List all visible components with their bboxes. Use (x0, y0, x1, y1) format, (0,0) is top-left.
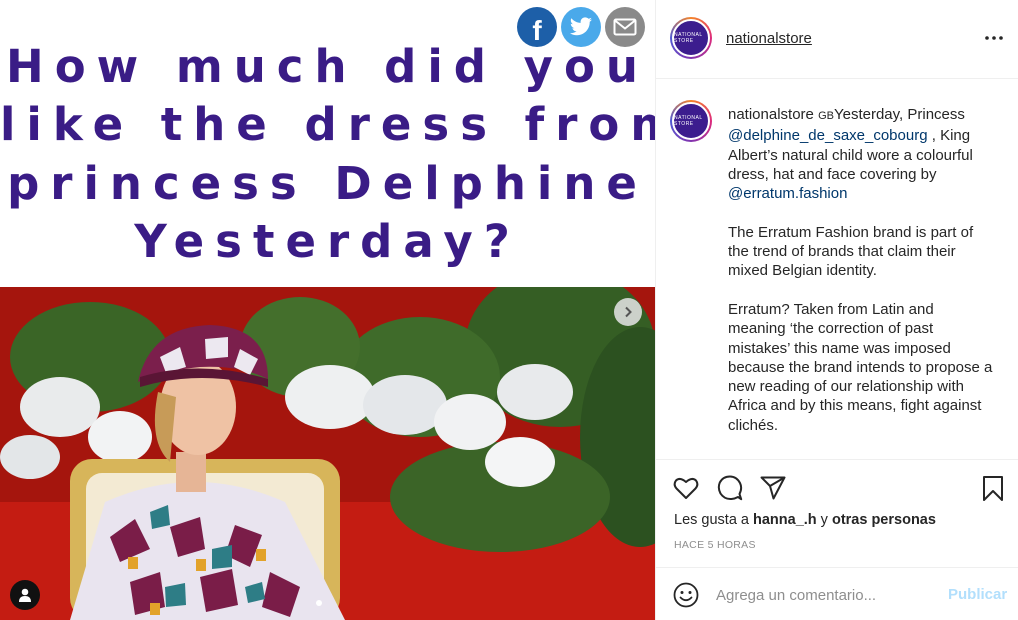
bookmark-icon[interactable] (977, 472, 1009, 504)
post-actions: Les gusta a hanna_.h y otras personas HA… (656, 459, 1018, 620)
more-options-icon[interactable] (980, 26, 1008, 50)
caption-paragraph-3: Erratum? Taken from Latin and meaning ‘t… (728, 300, 993, 434)
likes-conj: y (816, 512, 832, 528)
post-header: NATIONAL STORE nationalstore (656, 0, 1018, 79)
caption-flag: GB (818, 110, 834, 122)
caption-avatar[interactable]: NATIONAL STORE (670, 100, 712, 142)
carousel-next-button[interactable] (614, 298, 642, 326)
mention-erratum-link[interactable]: @erratum.fashion (728, 185, 847, 202)
facebook-icon[interactable]: f (517, 7, 557, 47)
post-timestamp[interactable]: HACE 5 HORAS (674, 539, 756, 551)
caption-paragraph-2: The Erratum Fashion brand is part of the… (728, 223, 974, 280)
emoji-icon[interactable] (672, 581, 700, 609)
twitter-icon[interactable] (561, 7, 601, 47)
avatar[interactable]: NATIONAL STORE (670, 17, 712, 59)
header-username-link[interactable]: nationalstore (726, 30, 812, 47)
headline-line-1: How much did you (6, 40, 649, 93)
likes-user-link[interactable]: hanna_.h (753, 512, 817, 528)
comment-icon[interactable] (714, 472, 746, 504)
post-image[interactable]: How much did you like the dress from pri… (0, 0, 655, 620)
carousel-indicator-dot (316, 600, 322, 606)
caption-text: nationalstore GBYesterday, Princess @del… (728, 105, 994, 454)
comment-input[interactable] (716, 584, 936, 606)
publish-button[interactable]: Publicar (948, 586, 1007, 603)
caption-avatar-text: NATIONAL STORE (674, 115, 703, 127)
headline-line-2: like the dress from (0, 98, 655, 151)
mention-delphine-link[interactable]: @delphine_de_saxe_cobourg (728, 127, 928, 144)
caption-paragraph-1-start: Yesterday, Princess (833, 106, 965, 123)
comment-bar: Publicar (656, 567, 1018, 620)
caption-area: NATIONAL STORE nationalstore GBYesterday… (656, 80, 1018, 458)
likes-others-link[interactable]: otras personas (832, 512, 936, 528)
avatar-text: NATIONAL STORE (674, 32, 703, 44)
post-side-panel: NATIONAL STORE nationalstore NATIONAL ST… (655, 0, 1018, 620)
headline-line-3: princess Delphine (7, 157, 648, 210)
question-text-area: How much did you like the dress from pri… (0, 0, 655, 287)
caption-username-link[interactable]: nationalstore (728, 106, 814, 123)
mail-icon[interactable] (605, 7, 645, 47)
likes-summary: Les gusta a hanna_.h y otras personas (674, 512, 936, 528)
post-photo (0, 287, 655, 620)
tagged-user-icon[interactable] (10, 580, 40, 610)
share-direct-icon[interactable] (757, 472, 789, 504)
likes-prefix: Les gusta a (674, 512, 753, 528)
heart-icon[interactable] (670, 472, 702, 504)
headline-line-4: Yesterday? (134, 215, 521, 268)
